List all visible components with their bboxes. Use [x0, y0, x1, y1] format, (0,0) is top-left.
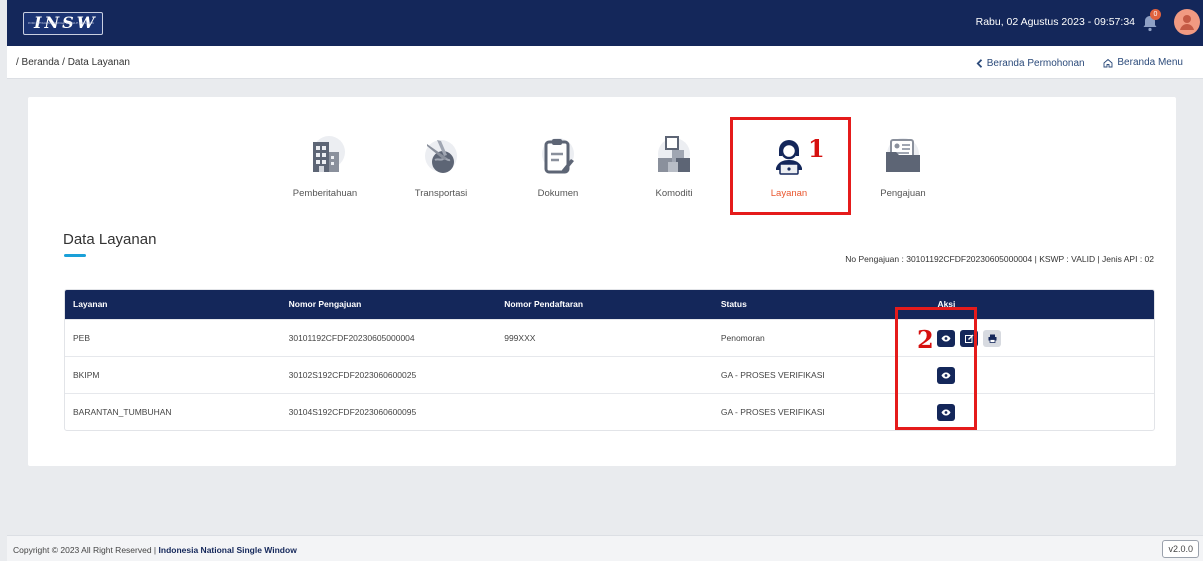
- pengajuan-info: No Pengajuan : 30101192CFDF2023060500000…: [845, 254, 1154, 264]
- cell-layanan: PEB: [73, 333, 91, 343]
- cell-layanan: BARANTAN_TUMBUHAN: [73, 407, 172, 417]
- menu-komoditi[interactable]: Komoditi: [629, 132, 719, 199]
- notification-count-badge: 0: [1150, 9, 1161, 20]
- print-button[interactable]: [983, 329, 1002, 347]
- document-edit-icon: [532, 132, 584, 184]
- menu-transportasi[interactable]: Transportasi: [396, 132, 486, 199]
- cell-nomor-pendaftaran: 999XXX: [504, 333, 536, 343]
- cell-layanan: BKIPM: [73, 370, 100, 380]
- current-datetime: Rabu, 02 Agustus 2023 - 09:57:34: [975, 16, 1135, 28]
- annotation-number-1: 1: [808, 134, 825, 163]
- menu-pengajuan[interactable]: Pengajuan: [858, 132, 948, 199]
- highlight-box-aksi: [895, 307, 977, 430]
- cell-nomor-pengajuan: 30102S192CFDF2023060600025: [288, 370, 417, 380]
- chevron-left-icon: [976, 58, 982, 68]
- annotation-number-2: 2: [917, 325, 934, 354]
- version-badge: v2.0.0: [1162, 540, 1199, 558]
- header-nomor-pengajuan: Nomor Pengajuan: [288, 299, 362, 309]
- menu-label: Pemberitahuan: [292, 188, 358, 199]
- section-title: Data Layanan: [63, 231, 157, 248]
- beranda-permohonan-link[interactable]: Beranda Permohonan: [976, 58, 1085, 69]
- breadcrumb: / Beranda / Data Layanan: [16, 57, 130, 68]
- menu-label: Transportasi: [414, 188, 468, 199]
- footer: Copyright © 2023 All Right Reserved | In…: [7, 535, 1203, 561]
- nav-links: Beranda Permohonan Beranda Menu: [960, 57, 1183, 71]
- main-card: Pemberitahuan Transportasi Dokumen Komod…: [28, 97, 1176, 466]
- cell-nomor-pengajuan: 30101192CFDF20230605000004: [288, 333, 415, 343]
- breadcrumb-bar: / Beranda / Data Layanan Beranda Permoho…: [7, 46, 1203, 79]
- beranda-menu-link[interactable]: Beranda Menu: [1103, 57, 1183, 68]
- print-icon: [988, 334, 997, 343]
- folder-form-icon: [877, 132, 929, 184]
- copyright-label: Copyright © 2023 All Right Reserved |: [13, 545, 157, 555]
- table-row: BARANTAN_TUMBUHAN 30104S192CFDF202306060…: [65, 393, 1154, 430]
- user-avatar[interactable]: [1174, 9, 1200, 35]
- top-navbar: INSW INDONESIA NATIONAL SINGLE WINDOW Ra…: [7, 0, 1203, 46]
- data-layanan-table: Layanan Nomor Pengajuan Nomor Pendaftara…: [64, 289, 1155, 431]
- beranda-menu-label: Beranda Menu: [1117, 57, 1183, 68]
- insw-logo[interactable]: INSW INDONESIA NATIONAL SINGLE WINDOW: [23, 12, 103, 35]
- logo-subtext: INDONESIA NATIONAL SINGLE WINDOW: [28, 21, 95, 25]
- globe-plane-icon: [415, 132, 467, 184]
- copyright-text: Copyright © 2023 All Right Reserved | In…: [13, 545, 297, 555]
- building-icon: [299, 132, 351, 184]
- highlight-box-layanan: [730, 117, 851, 215]
- table-row: BKIPM 30102S192CFDF2023060600025 GA - PR…: [65, 356, 1154, 393]
- home-icon: [1103, 58, 1113, 67]
- organization-name: Indonesia National Single Window: [158, 545, 297, 555]
- menu-label: Pengajuan: [880, 188, 926, 199]
- notification-bell-icon[interactable]: 0: [1140, 9, 1161, 33]
- table-row: PEB 30101192CFDF20230605000004 999XXX Pe…: [65, 319, 1154, 356]
- boxes-icon: [648, 132, 700, 184]
- beranda-permohonan-label: Beranda Permohonan: [986, 57, 1085, 69]
- header-nomor-pendaftaran: Nomor Pendaftaran: [504, 299, 584, 309]
- menu-label: Dokumen: [537, 188, 579, 199]
- table-header: Layanan Nomor Pengajuan Nomor Pendaftara…: [65, 290, 1154, 319]
- menu-dokumen[interactable]: Dokumen: [513, 132, 603, 199]
- header-layanan: Layanan: [73, 299, 108, 309]
- menu-pemberitahuan[interactable]: Pemberitahuan: [280, 132, 370, 199]
- title-underline: [64, 254, 86, 257]
- menu-label: Komoditi: [655, 188, 693, 199]
- cell-nomor-pengajuan: 30104S192CFDF2023060600095: [288, 407, 417, 417]
